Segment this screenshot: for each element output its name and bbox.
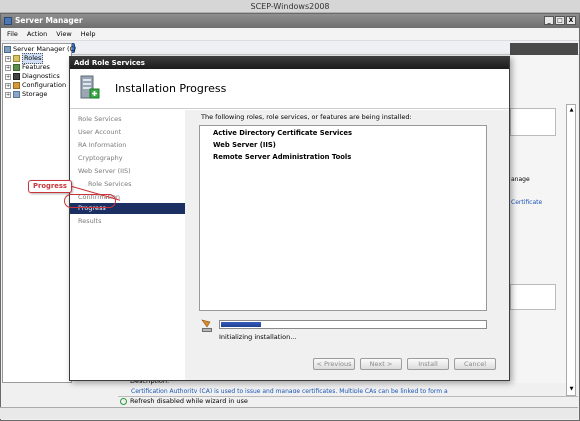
description-text: Certification Authority (CA) is used to … — [131, 388, 448, 393]
close-button[interactable]: X — [566, 16, 576, 25]
details-panel — [510, 108, 556, 136]
tree-item-diagnostics[interactable]: + Diagnostics — [5, 72, 60, 81]
list-item: Web Server (IIS) — [213, 141, 276, 149]
install-status-text: Initializing installation... — [219, 333, 297, 341]
install-progress-icon — [201, 318, 213, 334]
installing-lead-text: The following roles, role services, or f… — [201, 113, 412, 121]
features-icon — [13, 64, 20, 71]
scroll-up-icon[interactable]: ▲ — [568, 107, 575, 114]
server-manager-titlebar: Server Manager _ □ X — [1, 14, 579, 28]
step-iis-role-services: Role Services — [88, 180, 132, 188]
scroll-down-icon[interactable]: ▼ — [568, 386, 575, 393]
progress-callout: Progress — [28, 180, 72, 193]
dialog-header: Installation Progress — [70, 69, 509, 109]
step-cryptography: Cryptography — [78, 154, 123, 162]
menu-file[interactable]: File — [7, 28, 18, 40]
next-button[interactable]: Next > — [360, 358, 402, 370]
storage-icon — [13, 91, 20, 98]
refresh-icon — [120, 398, 127, 405]
add-role-services-dialog: Add Role Services Installation Progress … — [69, 56, 510, 381]
menu-help[interactable]: Help — [81, 28, 96, 40]
tree-item-storage[interactable]: + Storage — [5, 90, 47, 99]
step-results: Results — [78, 217, 102, 225]
expand-icon[interactable]: + — [5, 82, 11, 89]
diagnostics-icon — [13, 73, 20, 80]
server-manager-title: Server Manager — [15, 16, 83, 25]
expand-icon[interactable]: + — [5, 73, 11, 80]
step-web-server-iis: Web Server (IIS) — [78, 167, 131, 175]
toolbar: ? — [1, 41, 579, 55]
step-ra-information: RA Information — [78, 141, 127, 149]
dialog-title: Add Role Services — [70, 57, 509, 69]
navigation-tree: Server Manager (C/ + Roles + Features + … — [2, 43, 76, 383]
details-text: anage — [511, 176, 530, 183]
wizard-steps: Role Services User Account RA Informatio… — [70, 110, 185, 380]
install-progress-bar — [219, 320, 487, 329]
callout-highlight-ring — [64, 194, 116, 208]
maximize-button[interactable]: □ — [555, 16, 565, 25]
vm-window-title: SCEP-Windows2008 — [0, 0, 580, 13]
installing-items-list: Active Directory Certificate Services We… — [199, 125, 487, 311]
minimize-button[interactable]: _ — [544, 16, 554, 25]
step-user-account: User Account — [78, 128, 122, 136]
wizard-content: The following roles, role services, or f… — [185, 110, 509, 380]
expand-icon[interactable]: + — [5, 91, 11, 98]
server-icon — [4, 46, 11, 53]
menu-view[interactable]: View — [56, 28, 71, 40]
server-install-icon — [78, 74, 100, 102]
menu-bar: File Action View Help — [1, 28, 579, 41]
tree-item-configuration[interactable]: + Configuration — [5, 81, 66, 90]
roles-icon — [13, 55, 20, 62]
install-button[interactable]: Install — [407, 358, 449, 370]
tree-item-features[interactable]: + Features — [5, 63, 50, 72]
window-controls: _ □ X — [544, 16, 576, 25]
cancel-button[interactable]: Cancel — [454, 358, 496, 370]
wizard-buttons: < Previous Next > Install Cancel — [313, 358, 496, 370]
menu-action[interactable]: Action — [27, 28, 47, 40]
configuration-icon — [13, 82, 20, 89]
progress-fill — [221, 322, 261, 327]
expand-icon[interactable]: + — [5, 55, 11, 62]
list-item: Active Directory Certificate Services — [213, 129, 353, 137]
step-role-services: Role Services — [78, 115, 122, 123]
dialog-heading: Installation Progress — [115, 82, 227, 95]
details-pane-header — [510, 43, 578, 55]
list-item: Remote Server Administration Tools — [213, 153, 352, 161]
expand-icon[interactable]: + — [5, 64, 11, 71]
bottom-status-strip — [0, 407, 578, 419]
tree-item-roles[interactable]: + Roles — [5, 53, 44, 64]
certificate-link[interactable]: Certificate — [511, 199, 542, 206]
previous-button[interactable]: < Previous — [313, 358, 355, 370]
server-manager-icon — [4, 17, 12, 25]
details-panel-lower — [510, 284, 556, 310]
status-text: Refresh disabled while wizard in use — [130, 397, 248, 405]
status-bar: Refresh disabled while wizard in use — [118, 396, 578, 406]
details-scrollbar[interactable]: ▲ ▼ — [566, 104, 576, 396]
